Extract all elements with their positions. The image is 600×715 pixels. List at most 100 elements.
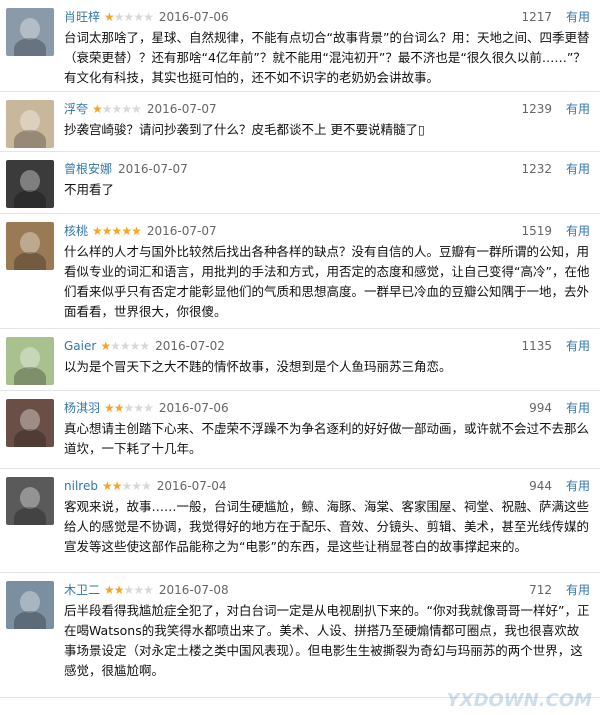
- vote-count: 712: [529, 583, 552, 597]
- review-header: 浮夸 ★★★★★ 2016-07-07 1239 有用: [64, 100, 590, 118]
- useful-button[interactable]: 有用: [566, 160, 590, 178]
- star-rating: ★★★★★: [104, 399, 154, 417]
- useful-button[interactable]: 有用: [566, 581, 590, 599]
- star-icon: ★: [143, 401, 154, 415]
- review-date: 2016-07-06: [158, 10, 229, 24]
- star-icon: ★: [92, 102, 103, 116]
- star-icon: ★: [111, 102, 123, 116]
- review-header: nilreb ★★★★★ 2016-07-04 944 有用: [64, 477, 590, 495]
- vote-count: 944: [529, 479, 552, 493]
- review-text: 抄袭宫崎骏？请问抄袭到了什么？皮毛都谈不上 更不要说精髓了▯: [64, 122, 425, 137]
- username-link[interactable]: 核桃: [64, 224, 88, 238]
- review-text: 不用看了: [64, 182, 115, 197]
- user-avatar[interactable]: [6, 222, 54, 270]
- review-date: 2016-07-08: [158, 583, 229, 597]
- review-item: Gaier ★★★★★ 2016-07-02 1135 有用 以为是个冒天下之大不韪的情怀…: [0, 329, 600, 391]
- review-text: 以为是个冒天下之大不韪的情怀故事，没想到是个人鱼玛丽苏三角恋。: [64, 359, 452, 374]
- star-icon: ★: [129, 339, 141, 353]
- user-avatar[interactable]: [6, 477, 54, 525]
- username-link[interactable]: nilreb: [64, 479, 98, 493]
- star-rating: ★★★★★: [104, 581, 154, 599]
- review-header: Gaier ★★★★★ 2016-07-02 1135 有用: [64, 337, 590, 355]
- star-icon: ★: [104, 583, 115, 597]
- review-header: 木卫二 ★★★★★ 2016-07-08 712 有用: [64, 581, 590, 599]
- star-icon: ★: [101, 224, 113, 238]
- username-link[interactable]: 木卫二: [64, 583, 100, 597]
- review-text: 真心想请主创踏下心来、不虚荣不浮躁不为争名逐利的好好做一部动画，或许就不会过不去…: [64, 421, 590, 456]
- review-header: 肖旺梓 ★★★★★ 2016-07-06 1217 有用: [64, 8, 590, 26]
- useful-button[interactable]: 有用: [566, 399, 590, 417]
- review-text: 什么样的人才与国外比较然后找出各种各样的缺点？没有自信的人。豆瓣有一群所谓的公知…: [64, 244, 590, 319]
- review-item: 核桃 ★★★★★ 2016-07-07 1519 有用 什么样的人才与国外比较然后找出各种…: [0, 214, 600, 329]
- star-icon: ★: [139, 339, 150, 353]
- useful-button[interactable]: 有用: [566, 8, 590, 26]
- username-link[interactable]: 杨淇羽: [64, 401, 100, 415]
- user-avatar[interactable]: [6, 8, 54, 56]
- review-item: 木卫二 ★★★★★ 2016-07-08 712 有用 后半段看得我尴尬症全犯了，对白台词…: [0, 573, 600, 698]
- star-icon: ★: [141, 479, 152, 493]
- star-icon: ★: [133, 401, 144, 415]
- review-item: nilreb ★★★★★ 2016-07-04 944 有用 客观来说，故事……一般，台词…: [0, 469, 600, 573]
- review-text: 台词太那啥了，星球、自然规律，不能有点切合“故事背景”的台词么？用：天地之间、四…: [64, 30, 590, 85]
- user-avatar[interactable]: [6, 581, 54, 629]
- review-item: 肖旺梓 ★★★★★ 2016-07-06 1217 有用 台词太那啥了，星球、自然规律，不…: [0, 0, 600, 92]
- star-icon: ★: [119, 339, 131, 353]
- useful-button[interactable]: 有用: [566, 100, 590, 118]
- username-link[interactable]: Gaier: [64, 339, 96, 353]
- review-date: 2016-07-06: [158, 401, 229, 415]
- star-icon: ★: [111, 224, 123, 238]
- star-icon: ★: [133, 10, 144, 24]
- star-icon: ★: [123, 401, 135, 415]
- user-avatar[interactable]: [6, 399, 54, 447]
- review-date: 2016-07-07: [118, 162, 188, 176]
- username-link[interactable]: 曾根安娜: [64, 162, 112, 176]
- star-rating: ★★★★★: [92, 100, 142, 118]
- vote-count: 1232: [521, 162, 552, 176]
- username-link[interactable]: 浮夸: [64, 102, 88, 116]
- star-icon: ★: [131, 224, 142, 238]
- star-icon: ★: [123, 583, 135, 597]
- review-header: 核桃 ★★★★★ 2016-07-07 1519 有用: [64, 222, 590, 240]
- review-header: 杨淇羽 ★★★★★ 2016-07-06 994 有用: [64, 399, 590, 417]
- star-icon: ★: [121, 102, 132, 116]
- review-item: 杨淇羽 ★★★★★ 2016-07-06 994 有用 真心想请主创踏下心来、不虚荣不浮躁…: [0, 391, 600, 469]
- review-item: 曾根安娜 2016-07-07 1232 有用不用看了: [0, 152, 600, 214]
- useful-button[interactable]: 有用: [566, 337, 590, 355]
- user-avatar[interactable]: [6, 100, 54, 148]
- star-rating: ★★★★★: [100, 337, 150, 355]
- review-text: 后半段看得我尴尬症全犯了，对白台词一定是从电视剧扒下来的。“你对我就像哥哥一样好…: [64, 603, 590, 678]
- star-icon: ★: [113, 583, 125, 597]
- star-icon: ★: [110, 339, 121, 353]
- review-date: 2016-07-04: [156, 479, 227, 493]
- star-icon: ★: [113, 401, 125, 415]
- star-rating: ★★★★★: [101, 477, 152, 495]
- star-icon: ★: [104, 10, 115, 24]
- star-icon: ★: [123, 10, 135, 24]
- vote-count: 1217: [521, 10, 552, 24]
- star-icon: ★: [101, 479, 113, 493]
- vote-count: 1239: [521, 102, 552, 116]
- star-icon: ★: [143, 10, 154, 24]
- vote-count: 1135: [521, 339, 552, 353]
- review-text: 客观来说，故事……一般，台词生硬尴尬，鲸、海豚、海棠、客家围屋、祠堂、祝融、萨满…: [64, 499, 590, 554]
- star-icon: ★: [143, 583, 154, 597]
- useful-button[interactable]: 有用: [566, 477, 590, 495]
- username-link[interactable]: 肖旺梓: [64, 10, 100, 24]
- user-avatar[interactable]: [6, 337, 54, 385]
- star-icon: ★: [92, 224, 103, 238]
- star-icon: ★: [131, 102, 142, 116]
- review-date: 2016-07-02: [155, 339, 225, 353]
- vote-count: 1519: [521, 224, 552, 238]
- review-date: 2016-07-07: [146, 224, 217, 238]
- useful-button[interactable]: 有用: [566, 222, 590, 240]
- review-date: 2016-07-07: [146, 102, 217, 116]
- star-icon: ★: [133, 583, 144, 597]
- star-icon: ★: [100, 339, 111, 353]
- star-icon: ★: [113, 10, 125, 24]
- star-rating: ★★★★★: [104, 8, 154, 26]
- user-avatar[interactable]: [6, 160, 54, 208]
- star-icon: ★: [121, 479, 132, 493]
- star-icon: ★: [101, 102, 113, 116]
- vote-count: 994: [529, 401, 552, 415]
- star-icon: ★: [104, 401, 115, 415]
